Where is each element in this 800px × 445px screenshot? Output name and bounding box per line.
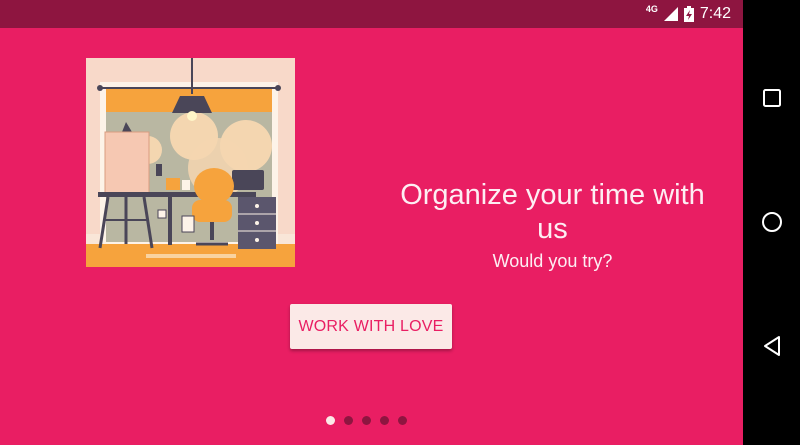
onboarding-subtitle: Would you try? (492, 251, 613, 271)
status-bar: 4G 7:42 (0, 0, 743, 28)
home-button[interactable] (743, 192, 800, 252)
workspace-illustration (86, 58, 295, 267)
clock: 7:42 (699, 5, 731, 22)
page-dot (380, 416, 389, 425)
onboarding-page[interactable]: Organize your time with us Would you try… (0, 28, 743, 445)
status-icons: 4G 7:42 (646, 0, 731, 28)
back-icon (763, 336, 780, 356)
signal-icon (663, 7, 678, 21)
onboarding-text: Organize your time with us Would you try… (385, 178, 720, 272)
recents-button[interactable] (743, 68, 800, 128)
onboarding-title: Organize your time with us (400, 179, 705, 245)
page-dot (326, 416, 335, 425)
page-indicator (326, 416, 407, 425)
home-icon (761, 212, 782, 232)
page-dot (398, 416, 407, 425)
work-with-love-button[interactable]: WORK WITH LOVE (290, 304, 452, 349)
network-type-label: 4G (645, 4, 658, 14)
page-dot (362, 416, 371, 425)
recents-icon (762, 89, 781, 107)
page-dot (344, 416, 353, 425)
navigation-bar (743, 0, 800, 445)
back-button[interactable] (743, 316, 800, 376)
battery-icon (683, 6, 694, 22)
